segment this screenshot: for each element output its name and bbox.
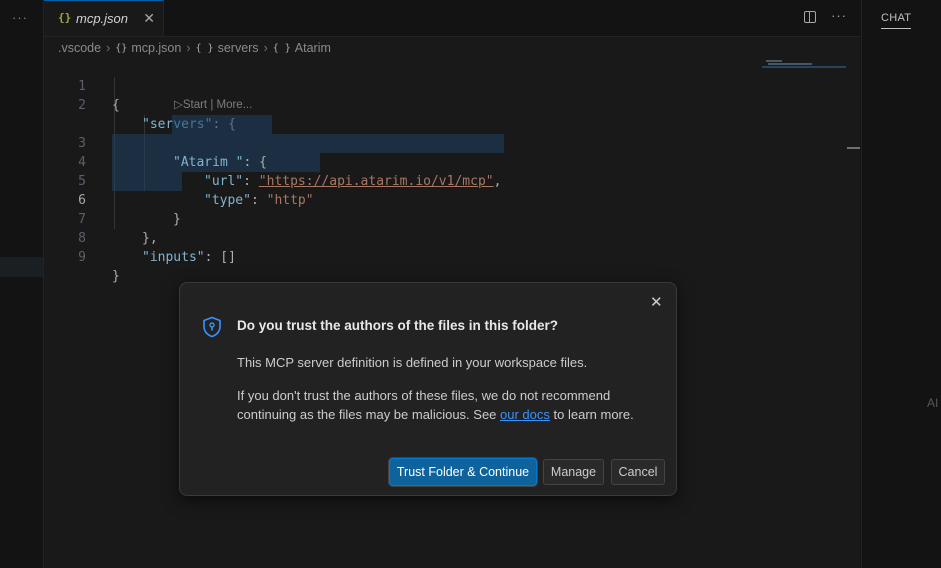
dialog-title: Do you trust the authors of the files in… [237,318,559,333]
trust-dialog: ✕ Do you trust the authors of the files … [179,282,677,496]
trust-folder-continue-button[interactable]: Trust Folder & Continue [390,459,536,485]
close-icon[interactable]: ✕ [650,293,663,311]
dialog-detail: If you don't trust the authors of these … [237,388,634,422]
cancel-button[interactable]: Cancel [611,459,665,485]
docs-link[interactable]: our docs [500,407,550,422]
dialog-message: This MCP server definition is defined in… [237,355,588,370]
shield-icon [202,316,222,341]
manage-button[interactable]: Manage [543,459,604,485]
